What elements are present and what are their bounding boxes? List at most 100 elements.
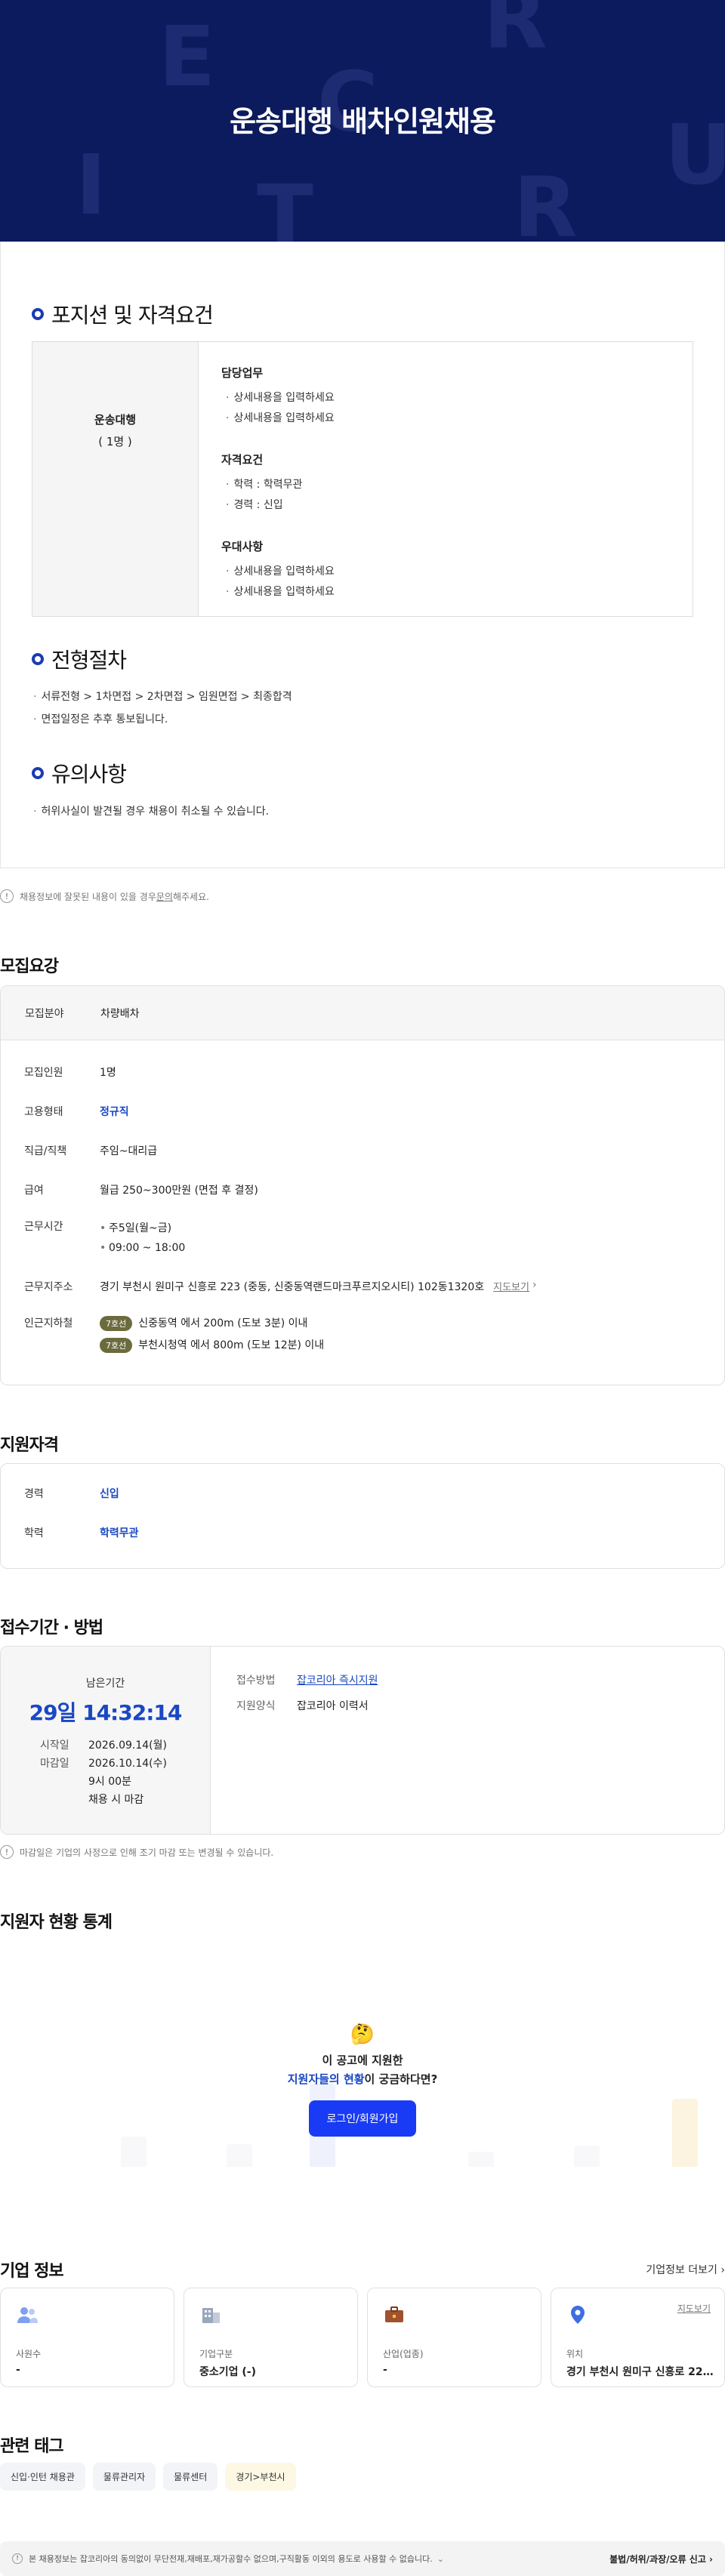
position-table: 운송대행 ( 1명 ) 담당업무 상세내용을 입력하세요 상세내용을 입력하세요… bbox=[32, 341, 693, 617]
company-heading: 기업 정보 bbox=[0, 2262, 64, 2281]
deadline-notice: ! 마감일은 기업의 사정으로 인해 조기 마감 또는 변경될 수 있습니다. bbox=[0, 1845, 273, 1859]
page-title: 운송대행 배차인원채용 bbox=[230, 105, 496, 138]
position-detail-cell: 담당업무 상세내용을 입력하세요 상세내용을 입력하세요 자격요건 학력 : 학… bbox=[199, 342, 335, 616]
position-name: 운송대행 bbox=[94, 413, 137, 427]
company-card-type: 기업구분 중소기업 (-) bbox=[184, 2288, 358, 2387]
position-count: ( 1명 ) bbox=[98, 435, 132, 448]
thinking-face-icon: 🤔 bbox=[350, 2023, 375, 2046]
company-cards: 사원수 - 기업구분 중소기업 (-) 산업(업종) - 지도보기 위치 경기 … bbox=[0, 2288, 725, 2387]
tag-item[interactable]: 신입·인턴 채용관 bbox=[0, 2463, 85, 2491]
location-map-link[interactable]: 지도보기 bbox=[677, 2302, 711, 2315]
briefcase-icon bbox=[385, 2306, 403, 2322]
remain-label: 남은기간 bbox=[85, 1678, 125, 1690]
recruit-field-row: 모집분야 차량배차 bbox=[1, 986, 724, 1040]
date-list: 시작일 2026.09.14(월) 마감일 2026.10.14(수) 9시 00분… bbox=[40, 1737, 167, 1810]
recruit-count-row: 모집인원 1명 bbox=[24, 1067, 116, 1079]
resume-form: 잡코리아 이력서 bbox=[297, 1700, 369, 1712]
period-box: 남은기간 29일 14:32:14 시작일 2026.09.14(월) 마감일 20… bbox=[0, 1646, 725, 1835]
chevron-right-icon: › bbox=[720, 2264, 725, 2276]
education-row: 학력 학력무관 bbox=[24, 1527, 139, 1539]
report-notice: ! 채용정보에 잘못된 내용이 있을 경우 문의 해주세요. bbox=[0, 889, 209, 903]
end-note: 채용 시 마감 bbox=[88, 1794, 144, 1806]
end-time: 9시 00분 bbox=[88, 1776, 131, 1788]
end-date: 2026.10.14(수) bbox=[88, 1758, 167, 1770]
hero-bg-letter: T bbox=[257, 167, 314, 242]
process-item: 서류전형 > 1차면접 > 2차면접 > 임원면접 > 최종합격 bbox=[33, 689, 292, 704]
position-heading: 포지션 및 자격요건 bbox=[32, 299, 214, 329]
requirement-group: 자격요건 학력 : 학력무관 경력 : 신입 bbox=[221, 451, 335, 516]
address-row: 근무지주소 경기 부천시 원미구 신흥로 223 (중동, 신중동역랜드마크푸르… bbox=[24, 1279, 537, 1294]
tags-heading: 관련 태그 bbox=[0, 2437, 64, 2456]
preference-group: 우대사항 상세내용을 입력하세요 상세내용을 입력하세요 bbox=[221, 538, 335, 602]
group-item: 상세내용을 입력하세요 bbox=[226, 388, 334, 408]
group-item: 상세내용을 입력하세요 bbox=[226, 562, 334, 582]
tag-item[interactable]: 물류센터 bbox=[163, 2463, 218, 2491]
group-title: 자격요건 bbox=[221, 453, 264, 467]
info-icon: ! bbox=[0, 889, 14, 903]
subway-info: 신중동역 에서 200m (도보 3분) 이내 bbox=[138, 1317, 308, 1330]
group-title: 담당업무 bbox=[221, 366, 264, 380]
copyright-notice: ! 본 채용정보는 잡코리아의 동의없이 무단전재,재배포,재가공할수 없으며,… bbox=[0, 2541, 725, 2576]
login-button[interactable]: 로그인/회원가입 bbox=[308, 2100, 417, 2137]
tag-list: 신입·인턴 채용관 물류관리자 물류센터 경기>부천시 bbox=[0, 2463, 296, 2491]
start-date: 2026.09.14(월) bbox=[88, 1739, 167, 1752]
remaining-period-cell: 남은기간 29일 14:32:14 시작일 2026.09.14(월) 마감일 20… bbox=[1, 1647, 211, 1834]
location-pin-icon bbox=[571, 2306, 585, 2324]
hero-bg-letter: R bbox=[483, 0, 548, 67]
hero-bg-letter: R bbox=[514, 159, 578, 242]
qualification-box bbox=[0, 1463, 725, 1569]
stats-heading: 지원자 현황 통계 bbox=[0, 1913, 113, 1932]
process-heading: 전형절차 bbox=[32, 644, 127, 674]
apply-now-link[interactable]: 잡코리아 즉시지원 bbox=[297, 1672, 378, 1687]
hero-bg-letter: E bbox=[159, 8, 216, 105]
address-value: 경기 부천시 원미구 신흥로 223 (중동, 신중동역랜드마크푸르지오시티) … bbox=[100, 1281, 485, 1293]
duty-group: 담당업무 상세내용을 입력하세요 상세내용을 입력하세요 bbox=[221, 365, 335, 429]
hero-bg-letter: I bbox=[76, 137, 106, 233]
company-card-employees: 사원수 - bbox=[0, 2288, 174, 2387]
recruit-heading: 모집요강 bbox=[0, 957, 59, 976]
employment-type-row: 고용형태 정규직 bbox=[24, 1106, 129, 1118]
tag-item[interactable]: 경기>부천시 bbox=[225, 2463, 296, 2491]
hours-item: 09:00 ~ 18:00 bbox=[100, 1238, 185, 1258]
work-hours-row: 근무시간 주5일(월~금) 09:00 ~ 18:00 bbox=[24, 1219, 185, 1258]
company-more-link[interactable]: 기업정보 더보기 › bbox=[646, 2262, 725, 2277]
applicant-stats: 🤔 이 공고에 지원한 지원자들의 현황이 궁금하다면? 로그인/회원가입 bbox=[0, 1940, 725, 2197]
tag-item[interactable]: 물류관리자 bbox=[92, 2463, 156, 2491]
chevron-right-icon: › bbox=[532, 1279, 537, 1291]
chevron-down-icon[interactable]: ⌄ bbox=[437, 2554, 444, 2564]
prompt-line-1: 이 공고에 지원한 bbox=[322, 2054, 403, 2067]
subway-line-badge: 7호선 bbox=[100, 1316, 133, 1331]
caution-heading: 유의사항 bbox=[32, 758, 127, 788]
period-heading: 접수기간 · 방법 bbox=[0, 1619, 103, 1638]
caution-item: 허위사실이 발견될 경우 채용이 취소될 수 있습니다. bbox=[33, 803, 269, 818]
company-card-location: 지도보기 위치 경기 부천시 원미구 신흥로 223 (중동, 신중동역랜드마크… bbox=[551, 2288, 725, 2387]
career-row: 경력 신입 bbox=[24, 1488, 119, 1500]
rank-row: 직급/직책 주임~대리급 bbox=[24, 1145, 158, 1157]
group-title: 우대사항 bbox=[221, 540, 264, 553]
people-icon bbox=[17, 2307, 38, 2323]
bullet-ring-icon bbox=[32, 653, 44, 665]
info-icon: ! bbox=[0, 1845, 14, 1859]
hero-banner: E R C U I T R 운송대행 배차인원채용 bbox=[0, 0, 725, 242]
group-item: 학력 : 학력무관 bbox=[226, 475, 335, 495]
company-card-industry: 산업(업종) - bbox=[367, 2288, 541, 2387]
building-icon bbox=[202, 2308, 220, 2323]
map-link[interactable]: 지도보기 bbox=[493, 1279, 529, 1294]
group-item: 상세내용을 입력하세요 bbox=[226, 582, 334, 602]
process-item: 면접일정은 추후 통보됩니다. bbox=[33, 711, 168, 726]
info-icon: ! bbox=[12, 2553, 23, 2564]
salary-row: 급여 월급 250~300만원 (면접 후 결정) bbox=[24, 1185, 258, 1197]
bullet-ring-icon bbox=[32, 767, 44, 779]
inquiry-link[interactable]: 문의 bbox=[156, 890, 173, 903]
apply-method-cell: 접수방법 잡코리아 즉시지원 지원양식 잡코리아 이력서 bbox=[211, 1647, 378, 1834]
report-link[interactable]: 불법/허위/과장/오류 신고 › bbox=[609, 2553, 713, 2565]
login-prompt: 🤔 이 공고에 지원한 지원자들의 현황이 궁금하다면? 로그인/회원가입 bbox=[0, 2023, 725, 2137]
group-item: 경력 : 신입 bbox=[226, 495, 335, 516]
remain-countdown: 29일 14:32:14 bbox=[29, 1700, 183, 1725]
group-item: 상세내용을 입력하세요 bbox=[226, 408, 334, 429]
prompt-line-2: 지원자들의 현황이 궁금하다면? bbox=[287, 2072, 438, 2086]
hours-item: 주5일(월~금) bbox=[100, 1219, 185, 1238]
bullet-ring-icon bbox=[32, 308, 44, 320]
position-name-cell: 운송대행 ( 1명 ) bbox=[32, 342, 199, 616]
subway-info: 부천시청역 에서 800m (도보 12분) 이내 bbox=[138, 1339, 325, 1351]
